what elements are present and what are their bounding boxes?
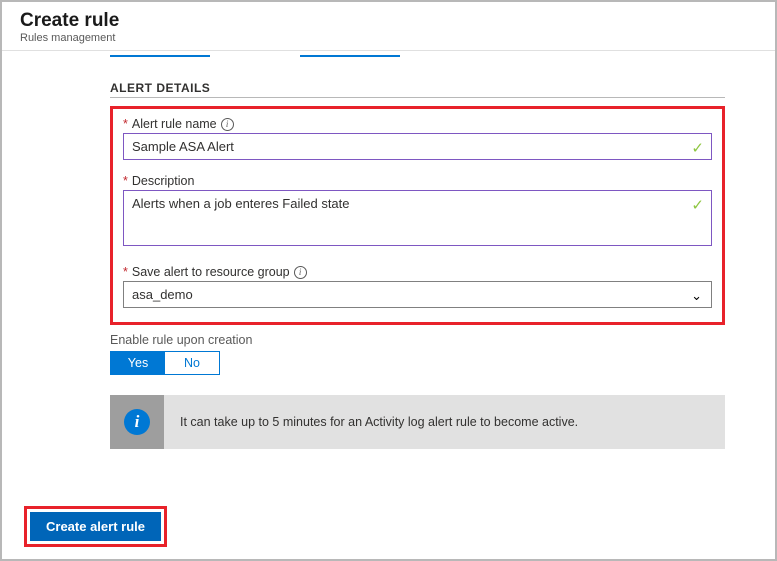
check-icon: ✓: [691, 139, 704, 157]
required-marker: *: [123, 174, 128, 188]
info-note: i It can take up to 5 minutes for an Act…: [110, 395, 725, 449]
alert-details-box: * Alert rule name i ✓ * Description Aler…: [110, 106, 725, 325]
info-icon: i: [124, 409, 150, 435]
enable-no-button[interactable]: No: [165, 352, 219, 374]
resource-group-label: Save alert to resource group: [132, 265, 290, 279]
rule-name-input[interactable]: [123, 133, 712, 160]
check-icon: ✓: [691, 196, 704, 214]
enable-rule-row: Enable rule upon creation Yes No: [110, 333, 725, 375]
page-subtitle: Rules management: [20, 32, 757, 44]
required-marker: *: [123, 265, 128, 279]
enable-rule-label: Enable rule upon creation: [110, 333, 725, 347]
required-marker: *: [123, 117, 128, 131]
section-title: ALERT DETAILS: [110, 81, 725, 98]
info-icon[interactable]: i: [294, 266, 307, 279]
create-alert-rule-button[interactable]: Create alert rule: [30, 512, 161, 541]
rule-name-field: * Alert rule name i ✓: [123, 117, 712, 160]
rule-name-label: Alert rule name: [132, 117, 217, 131]
description-input[interactable]: Alerts when a job enteres Failed state: [123, 190, 712, 246]
info-note-text: It can take up to 5 minutes for an Activ…: [164, 415, 594, 429]
page-title: Create rule: [20, 10, 757, 32]
description-label: Description: [132, 174, 195, 188]
info-icon[interactable]: i: [221, 118, 234, 131]
resource-group-field: * Save alert to resource group i asa_dem…: [123, 265, 712, 308]
page-header: Create rule Rules management: [2, 2, 775, 51]
description-field: * Description Alerts when a job enteres …: [123, 174, 712, 251]
create-button-highlight: Create alert rule: [24, 506, 167, 547]
enable-toggle: Yes No: [110, 351, 220, 375]
enable-yes-button[interactable]: Yes: [111, 352, 165, 374]
resource-group-select[interactable]: asa_demo: [123, 281, 712, 308]
